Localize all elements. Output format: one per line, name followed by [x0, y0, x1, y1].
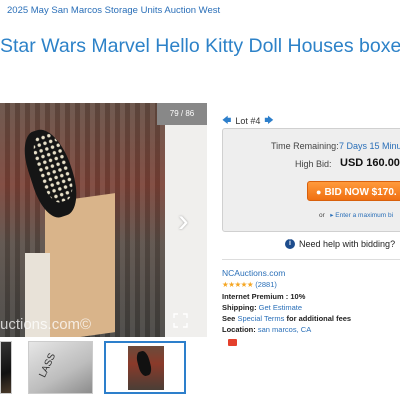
rating-stars-icon: ★★★★★	[222, 280, 254, 289]
enter-max-bid-link[interactable]: ▸ Enter a maximum bi	[330, 212, 393, 219]
special-terms-row: See Special Terms for additional fees	[222, 314, 351, 323]
location-value[interactable]: san marcos, CA	[258, 325, 311, 334]
time-remaining-label: Time Remaining:	[271, 141, 339, 151]
see-text: See	[222, 314, 236, 323]
fullscreen-icon[interactable]	[173, 313, 188, 328]
thumbnail-item[interactable]: LASS	[28, 341, 93, 394]
shipping-label: Shipping:	[222, 303, 257, 312]
time-remaining-value: 7 Days 15 Minu	[339, 141, 400, 151]
bid-now-label: BID NOW $170.	[324, 187, 397, 198]
next-image-icon[interactable]: ›	[178, 204, 189, 236]
additional-fees-text: for additional fees	[286, 314, 352, 323]
gavel-icon: ●	[316, 187, 322, 197]
location-label: Location:	[222, 325, 256, 334]
previous-lot-icon[interactable]: 🡄	[222, 113, 231, 129]
shipping-row: Shipping: Get Estimate	[222, 303, 302, 312]
internet-premium: Internet Premium : 10%	[222, 292, 306, 301]
bid-now-button[interactable]: ● BID NOW $170.	[307, 181, 400, 201]
seller-rating: ★★★★★ (2881)	[222, 280, 277, 289]
thumbnail-item[interactable]	[0, 341, 12, 394]
lot-number: Lot #4	[235, 116, 261, 126]
seller-name[interactable]: NCAuctions.com	[222, 268, 285, 278]
rating-count[interactable]: (2881)	[255, 280, 277, 289]
special-terms-link[interactable]: Special Terms	[237, 314, 284, 323]
max-bid-row: or ▸ Enter a maximum bi	[319, 211, 393, 219]
photo-watermark: uctions.com©	[0, 316, 92, 333]
info-icon: i	[285, 239, 295, 249]
main-photo[interactable]: uctions.com©	[0, 103, 165, 337]
next-lot-icon[interactable]: 🡆	[264, 113, 273, 129]
bidding-help[interactable]: i Need help with bidding?	[285, 239, 395, 249]
location-row: Location: san marcos, CA	[222, 325, 311, 334]
divider	[222, 259, 400, 260]
thumbnail-item-selected[interactable]	[104, 341, 186, 394]
breadcrumb[interactable]: 2025 May San Marcos Storage Units Auctio…	[7, 5, 220, 16]
image-counter: 79 / 86	[157, 103, 207, 125]
shipping-estimate-link[interactable]: Get Estimate	[259, 303, 302, 312]
image-gallery: uctions.com©	[0, 103, 207, 337]
high-bid-label: High Bid:	[295, 159, 332, 169]
or-text: or	[319, 212, 325, 219]
bid-panel: Time Remaining: 7 Days 15 Minu High Bid:…	[222, 128, 400, 232]
page-title: Star Wars Marvel Hello Kitty Doll Houses…	[0, 35, 400, 57]
seller-badge-icon	[228, 339, 237, 346]
high-bid-value: USD 160.00	[340, 157, 400, 169]
thumbnail-label: LASS	[37, 351, 59, 380]
help-text[interactable]: Need help with bidding?	[299, 239, 395, 249]
lot-navigation: 🡄 Lot #4 🡆	[222, 113, 274, 129]
thumbnail-strip: LASS	[0, 341, 210, 396]
